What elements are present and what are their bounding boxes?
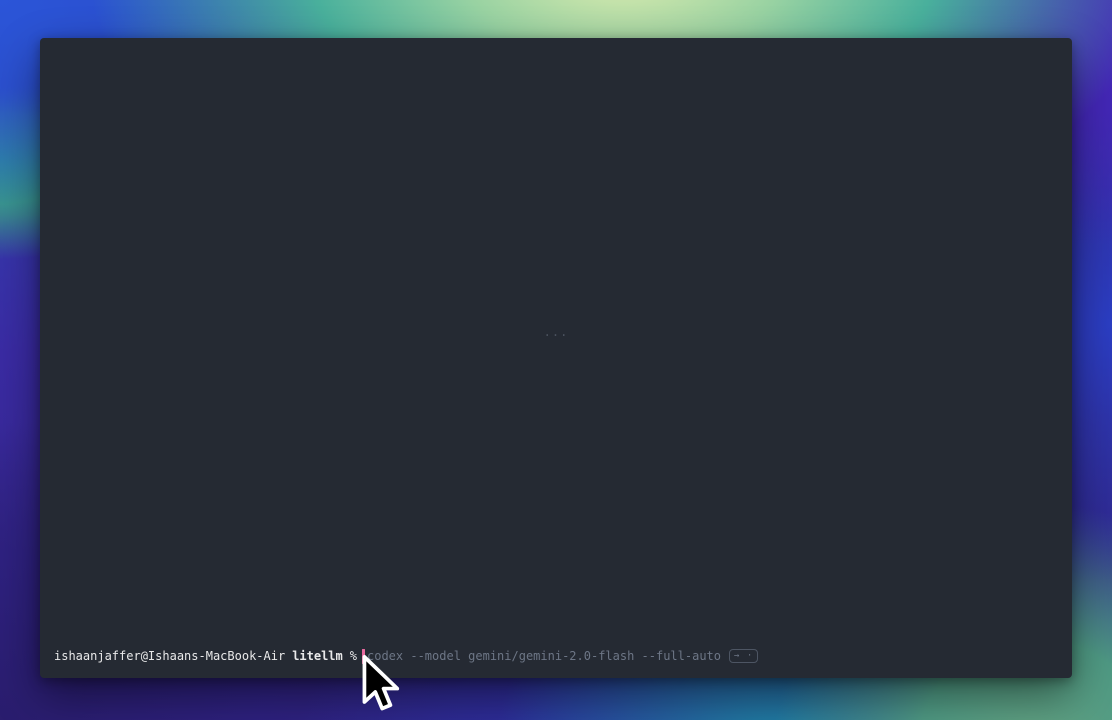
desktop: { "terminal": { "background_color": "#25… — [0, 0, 1112, 720]
accept-suggestion-key-hint: → · — [729, 649, 758, 663]
prompt-directory: litellm — [292, 648, 343, 664]
loading-indicator: ... — [544, 325, 569, 339]
command-line[interactable]: ishaanjaffer@Ishaans-MacBook-Air litellm… — [40, 648, 1072, 678]
prompt-user-host: ishaanjaffer@Ishaans-MacBook-Air — [54, 648, 285, 664]
prompt-symbol: % — [350, 648, 357, 664]
terminal-window[interactable]: ... ishaanjaffer@Ishaans-MacBook-Air lit… — [40, 38, 1072, 678]
command-suggestion: codex --model gemini/gemini-2.0-flash --… — [367, 648, 721, 664]
text-cursor — [362, 649, 365, 664]
